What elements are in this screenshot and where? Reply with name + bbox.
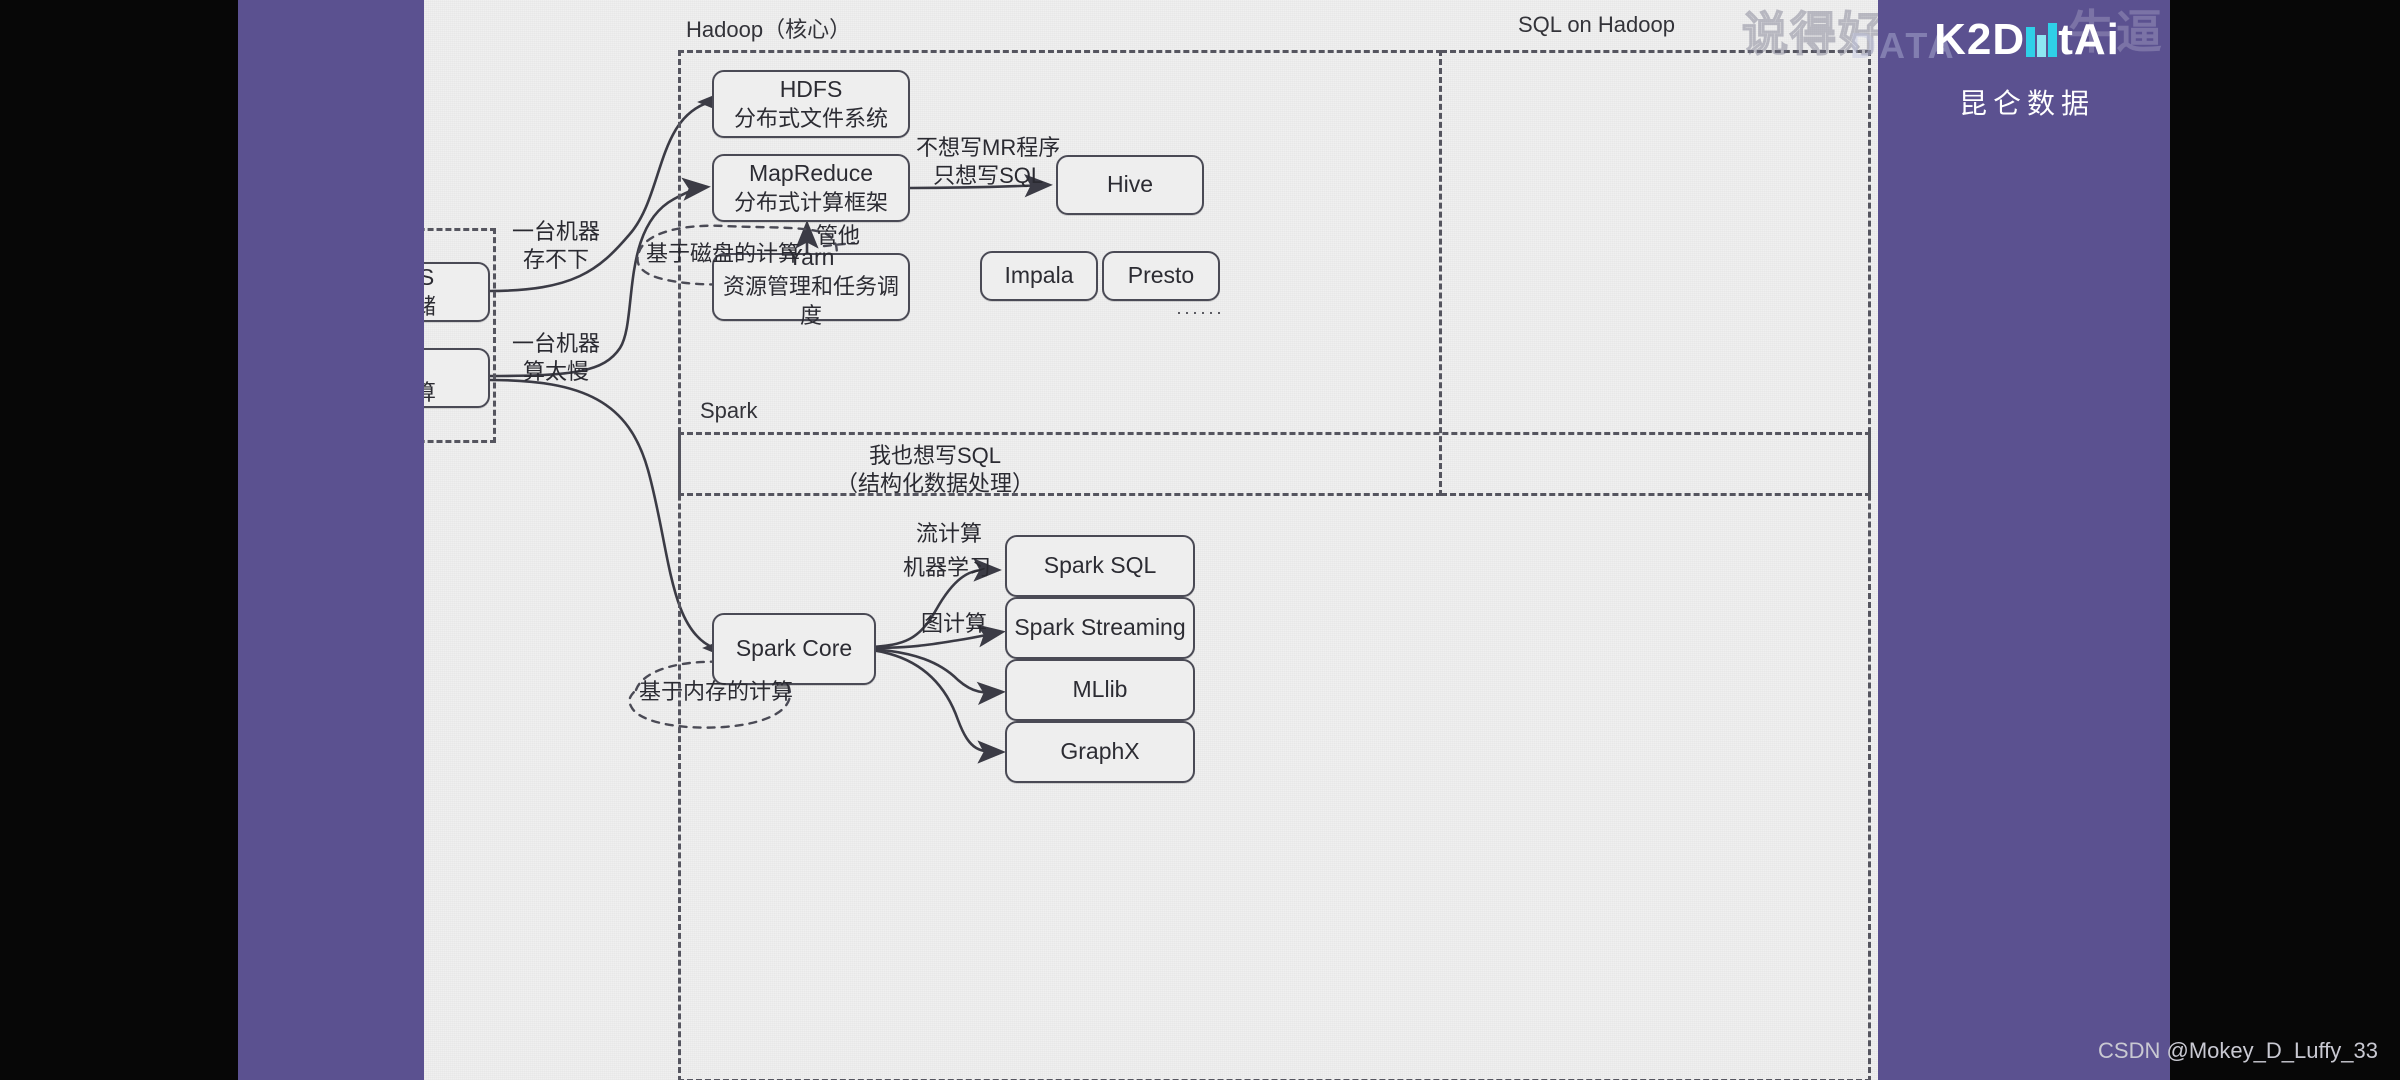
group-sql-on-hadoop-title: SQL on Hadoop bbox=[1518, 12, 1675, 37]
node-mapreduce-subtitle: 分布式计算框架 bbox=[733, 189, 888, 215]
brand-letter-2: 2 bbox=[1966, 15, 1993, 64]
diagram-canvas: 单机数据系统 LocalFS 单机存储 SQL 单机计算 Hadoop（核心） … bbox=[424, 0, 1878, 1080]
slide-background-left-band bbox=[238, 0, 424, 1080]
node-spark-core-title: Spark Core bbox=[735, 635, 853, 662]
group-spark bbox=[678, 432, 1871, 1080]
csdn-watermark: CSDN @Mokey_D_Luffy_33 bbox=[2098, 1038, 2378, 1063]
annotation-no-mr-only-sql: 不想写MR程序 只想写SQL bbox=[916, 135, 1061, 188]
node-hive[interactable]: Hive bbox=[1056, 155, 1204, 215]
node-sql-subtitle: 单机计算 bbox=[424, 379, 436, 405]
node-spark-streaming-title: Spark Streaming bbox=[1014, 614, 1186, 641]
node-mllib[interactable]: MLlib bbox=[1005, 659, 1195, 721]
node-mllib-title: MLlib bbox=[1072, 676, 1128, 703]
group-spark-title: Spark bbox=[700, 398, 758, 423]
brand-logo: DATA K2D tAi 昆仑数据 bbox=[1850, 15, 2152, 122]
node-hdfs[interactable]: HDFS 分布式文件系统 bbox=[712, 70, 910, 138]
annotation-want-sql: 我也想写SQL （结构化数据处理） bbox=[836, 443, 1035, 496]
group-sql-on-hadoop bbox=[1441, 50, 1871, 496]
annotation-cannot-store: 一台机器 存不下 bbox=[512, 219, 601, 272]
node-hdfs-title: HDFS bbox=[779, 75, 843, 102]
annotation-yarn-manages: 管他 bbox=[816, 223, 861, 248]
node-yarn-subtitle: 资源管理和任务调度 bbox=[722, 274, 899, 328]
node-spark-sql-title: Spark SQL bbox=[1043, 552, 1157, 579]
node-localfs[interactable]: LocalFS 单机存储 bbox=[424, 262, 490, 322]
brand-letter-d: D bbox=[1992, 15, 2026, 64]
annotation-graph-compute: 图计算 bbox=[921, 611, 988, 636]
brand-letter-i: i bbox=[2106, 15, 2120, 64]
node-presto-title: Presto bbox=[1127, 262, 1195, 289]
node-graphx-title: GraphX bbox=[1060, 738, 1140, 765]
annotation-memory-compute: 基于内存的计算 bbox=[639, 679, 794, 704]
annotation-too-slow: 一台机器 算太慢 bbox=[512, 331, 601, 384]
node-graphx[interactable]: GraphX bbox=[1005, 721, 1195, 783]
node-sql[interactable]: SQL 单机计算 bbox=[424, 348, 490, 408]
node-spark-core[interactable]: Spark Core bbox=[712, 613, 876, 685]
node-impala[interactable]: Impala bbox=[980, 251, 1098, 301]
brand-bar-1 bbox=[2026, 27, 2036, 57]
brand-bar-2 bbox=[2037, 35, 2047, 57]
node-spark-streaming[interactable]: Spark Streaming bbox=[1005, 597, 1195, 659]
node-impala-title: Impala bbox=[1004, 262, 1074, 289]
brand-wordmark: DATA K2D tAi bbox=[1850, 15, 2152, 74]
brand-wordmark-text: K2D tAi bbox=[1934, 15, 2120, 64]
sql-on-hadoop-more-indicator: ······ bbox=[1176, 302, 1224, 322]
slide-background-right-band bbox=[1878, 0, 2170, 1080]
brand-bar-3 bbox=[2048, 23, 2058, 57]
brand-letter-k: K bbox=[1934, 15, 1967, 64]
node-hdfs-subtitle: 分布式文件系统 bbox=[733, 105, 888, 131]
group-hadoop-title: Hadoop（核心） bbox=[686, 17, 852, 42]
node-mapreduce[interactable]: MapReduce 分布式计算框架 bbox=[712, 154, 910, 222]
node-mapreduce-title: MapReduce bbox=[748, 159, 874, 186]
annotation-machine-learning: 机器学习 bbox=[903, 555, 992, 580]
node-hive-title: Hive bbox=[1106, 171, 1153, 198]
annotation-stream-compute: 流计算 bbox=[916, 521, 983, 546]
node-localfs-title: LocalFS bbox=[424, 263, 435, 290]
group-standalone bbox=[424, 228, 496, 443]
node-localfs-subtitle: 单机存储 bbox=[424, 293, 436, 319]
slide-screenshot: 单机数据系统 LocalFS 单机存储 SQL 单机计算 Hadoop（核心） … bbox=[0, 0, 2400, 1080]
node-spark-sql[interactable]: Spark SQL bbox=[1005, 535, 1195, 597]
annotation-disk-compute: 基于磁盘的计算 bbox=[646, 241, 801, 266]
brand-subtitle: 昆仑数据 bbox=[1958, 88, 2095, 119]
brand-letter-t: t bbox=[2058, 15, 2074, 64]
node-presto[interactable]: Presto bbox=[1102, 251, 1220, 301]
brand-letter-a: A bbox=[2073, 15, 2107, 64]
